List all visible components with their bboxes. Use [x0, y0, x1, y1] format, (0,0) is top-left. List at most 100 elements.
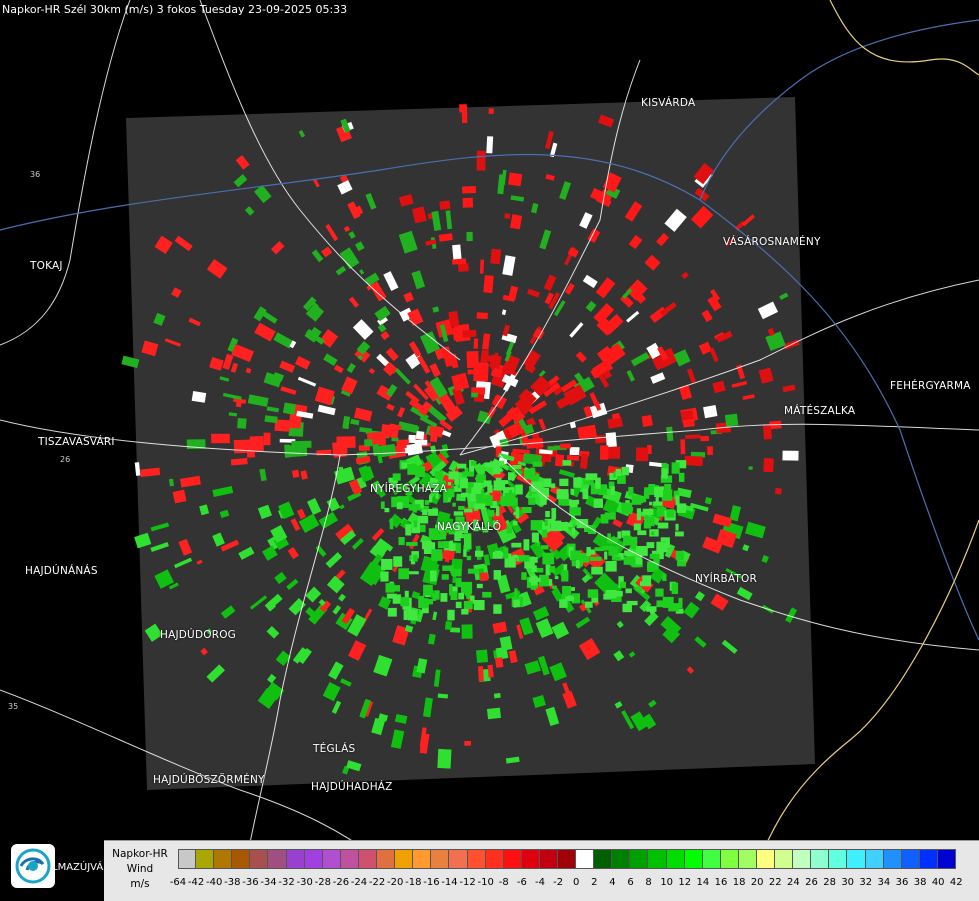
radar-echo [620, 581, 626, 589]
radar-echo [463, 533, 472, 550]
radar-echo [593, 498, 603, 508]
legend-tick-label: -6 [516, 877, 527, 888]
legend-tick-label: 36 [895, 877, 909, 888]
legend-swatch [467, 849, 486, 869]
radar-echo [380, 571, 389, 582]
radar-echo [475, 550, 484, 557]
legend-swatch [793, 849, 812, 869]
radar-echo [513, 599, 520, 608]
radar-echo [580, 453, 589, 469]
radar-echo [233, 439, 252, 454]
radar-echo [459, 104, 467, 113]
legend-tick-label: -24 [350, 877, 368, 888]
radar-echo [639, 581, 644, 586]
radar-echo [644, 515, 649, 528]
radar-echo [495, 477, 502, 484]
radar-echo [657, 522, 669, 529]
logo-icon [11, 844, 55, 888]
legend-swatch [395, 849, 414, 869]
radar-echo [508, 172, 523, 187]
radar-echo [466, 231, 473, 242]
legend-swatch [630, 849, 649, 869]
radar-echo [551, 508, 557, 520]
radar-echo [524, 469, 536, 480]
radar-echo [447, 609, 455, 621]
radar-echo [542, 529, 548, 538]
city-label-mateszalka: MÁTÉSZALKA [784, 405, 856, 417]
legend-tick-label: 38 [913, 877, 927, 888]
radar-echo [486, 707, 501, 720]
radar-echo [406, 542, 418, 546]
legend-swatch [521, 849, 540, 869]
radar-echo [666, 426, 674, 442]
legend-title-line: m/s [130, 878, 150, 890]
radar-echo [437, 748, 452, 769]
legend-tick-label: 30 [841, 877, 855, 888]
legend-tick-label: 32 [859, 877, 873, 888]
legend-swatch [702, 849, 721, 869]
radar-echo [656, 542, 668, 553]
legend-swatch [557, 849, 577, 869]
radar-echo [471, 392, 478, 398]
radar-echo [389, 518, 394, 530]
legend-tick-label: -36 [242, 877, 259, 888]
radar-echo [621, 466, 629, 476]
radar-echo [422, 540, 432, 550]
radar-echo [682, 418, 695, 428]
radar-echo [582, 488, 589, 500]
legend-tick-label: -28 [314, 877, 331, 888]
radar-echo [642, 575, 652, 587]
radar-echo [237, 418, 247, 429]
radar-echo [442, 565, 451, 571]
radar-echo [573, 477, 582, 488]
legend-tick-label: -12 [459, 877, 476, 888]
radar-echo [531, 565, 537, 573]
radar-echo [431, 549, 443, 561]
legend-tick-label: 14 [696, 877, 710, 888]
radar-echo [541, 545, 549, 550]
legend-swatch [937, 849, 957, 869]
radar-echo [479, 259, 485, 274]
legend-swatch [214, 849, 233, 869]
radar-echo [439, 200, 451, 210]
legend-swatch [919, 849, 938, 869]
radar-echo [633, 523, 641, 531]
radar-echo [407, 463, 417, 475]
legend-swatch [268, 849, 287, 869]
legend-tick-label: -30 [296, 877, 313, 888]
radar-echo [492, 551, 503, 559]
radar-echo [458, 506, 465, 511]
radar-echo [191, 391, 207, 403]
radar-echo [646, 606, 657, 612]
radar-echo [644, 487, 651, 495]
radar-echo [641, 414, 653, 427]
legend-tick-label: 2 [591, 877, 598, 888]
legend-swatch [720, 849, 739, 869]
legend-swatch [178, 849, 197, 869]
radar-echo [651, 531, 655, 536]
radar-echo [461, 608, 469, 615]
radar-echo [454, 533, 461, 541]
legend-tick-label: 6 [627, 877, 634, 888]
radar-echo [703, 405, 718, 419]
radar-echo [656, 600, 669, 608]
radar-echo [447, 482, 452, 486]
city-label-kisvarda: KISVÁRDA [641, 97, 696, 109]
radar-echo [457, 263, 469, 272]
radar-echo [521, 507, 532, 513]
radar-echo [678, 472, 685, 482]
legend-title-line: Napkor-HR [112, 848, 168, 860]
legend-tick-label: 0 [573, 877, 580, 888]
radar-echo [461, 624, 473, 639]
radar-echo [487, 509, 495, 517]
legend-swatch [738, 849, 757, 869]
radar-echo [545, 511, 550, 518]
radar-echo [600, 445, 609, 460]
radar-echo [480, 349, 489, 363]
radar-echo [501, 480, 509, 484]
radar-echo [600, 514, 609, 524]
radar-echo [675, 550, 684, 561]
legend-tick-label: 22 [768, 877, 782, 888]
radar-echo [423, 584, 433, 596]
city-label-fehergyarmat: FEHÉRGYARMA [890, 380, 971, 392]
